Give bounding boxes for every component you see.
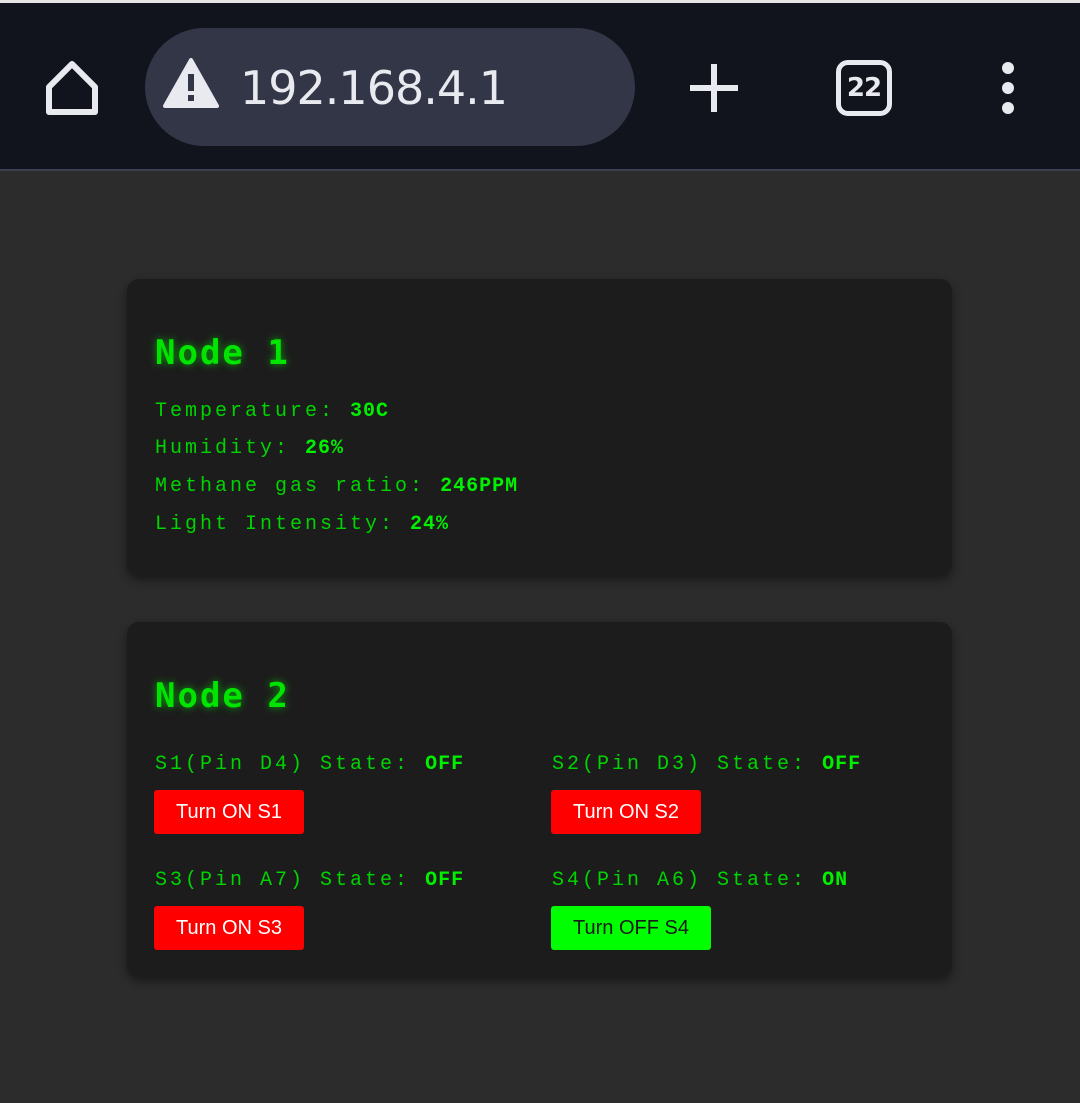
methane-label: Methane gas ratio: (155, 475, 426, 498)
tabs-icon[interactable]: 22 (836, 60, 892, 116)
switch-s1-label: S1(Pin D4) State: (155, 753, 411, 776)
switch-s3-label: S3(Pin A7) State: (155, 869, 411, 892)
plus-icon (690, 64, 738, 112)
switch-s4-label: S4(Pin A6) State: (552, 869, 808, 892)
humidity-reading: Humidity: 26% (155, 436, 344, 462)
turn-off-s4-button[interactable]: Turn OFF S4 (551, 906, 711, 950)
browser-toolbar: 192.168.4.1 22 (0, 0, 1080, 171)
status-strip (0, 0, 1080, 3)
turn-on-s2-button[interactable]: Turn ON S2 (551, 790, 701, 834)
turn-on-s1-button[interactable]: Turn ON S1 (154, 790, 304, 834)
switch-s2-state: OFF (822, 753, 862, 776)
warning-icon[interactable] (163, 58, 219, 110)
new-tab-button[interactable] (688, 62, 740, 114)
switch-s4-status: S4(Pin A6) State: ON (552, 868, 848, 894)
node1-title: Node 1 (155, 333, 290, 373)
temperature-reading: Temperature: 30C (155, 399, 389, 425)
humidity-label: Humidity: (155, 437, 291, 460)
switch-s2-label: S2(Pin D3) State: (552, 753, 808, 776)
light-value: 24% (410, 513, 450, 536)
switch-s1-state: OFF (425, 753, 465, 776)
url-text[interactable]: 192.168.4.1 (240, 60, 508, 116)
switch-s2-status: S2(Pin D3) State: OFF (552, 752, 861, 778)
node2-card: Node 2 S1(Pin D4) State: OFF Turn ON S1 … (127, 622, 952, 977)
methane-reading: Methane gas ratio: 246PPM (155, 474, 518, 500)
home-button[interactable] (40, 56, 104, 120)
more-menu-button[interactable] (992, 60, 1024, 116)
temperature-label: Temperature: (155, 400, 336, 423)
switch-s4-state: ON (822, 869, 849, 892)
turn-on-s3-button[interactable]: Turn ON S3 (154, 906, 304, 950)
light-label: Light Intensity: (155, 513, 396, 536)
methane-value: 246PPM (440, 475, 519, 498)
switch-s1-status: S1(Pin D4) State: OFF (155, 752, 464, 778)
node1-card: Node 1 Temperature: 30C Humidity: 26% Me… (127, 279, 952, 576)
home-icon (46, 61, 98, 115)
switch-s3-state: OFF (425, 869, 465, 892)
more-vert-icon (1002, 62, 1014, 114)
tab-count: 22 (846, 73, 882, 103)
humidity-value: 26% (305, 437, 345, 460)
temperature-value: 30C (350, 400, 390, 423)
light-reading: Light Intensity: 24% (155, 512, 449, 538)
node2-title: Node 2 (155, 676, 290, 716)
switch-s3-status: S3(Pin A7) State: OFF (155, 868, 464, 894)
